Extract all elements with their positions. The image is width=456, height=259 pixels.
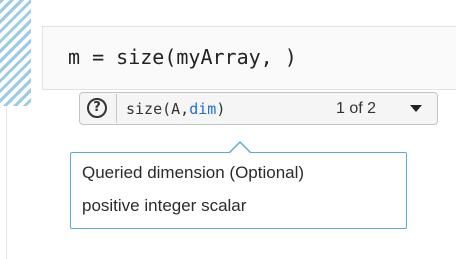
argument-type: positive integer scalar [82, 196, 247, 215]
signature-divider [116, 94, 117, 123]
code-text[interactable]: m = size(myArray, ) [68, 44, 297, 70]
argument-description: Queried dimension (Optional) [82, 163, 305, 182]
caret-down-icon[interactable] [410, 105, 422, 112]
active-argument: dim [189, 100, 217, 118]
function-signature: size(A,dim) [126, 100, 225, 118]
signature-suffix: ) [216, 100, 226, 118]
help-circle-icon[interactable]: ? [87, 98, 107, 118]
tooltip-pointer-fill [230, 143, 250, 153]
editor-gutter-marker [0, 0, 31, 106]
overload-counter[interactable]: 1 of 2 [336, 99, 376, 119]
signature-prefix: size(A, [126, 100, 190, 118]
gutter-divider [6, 106, 7, 259]
